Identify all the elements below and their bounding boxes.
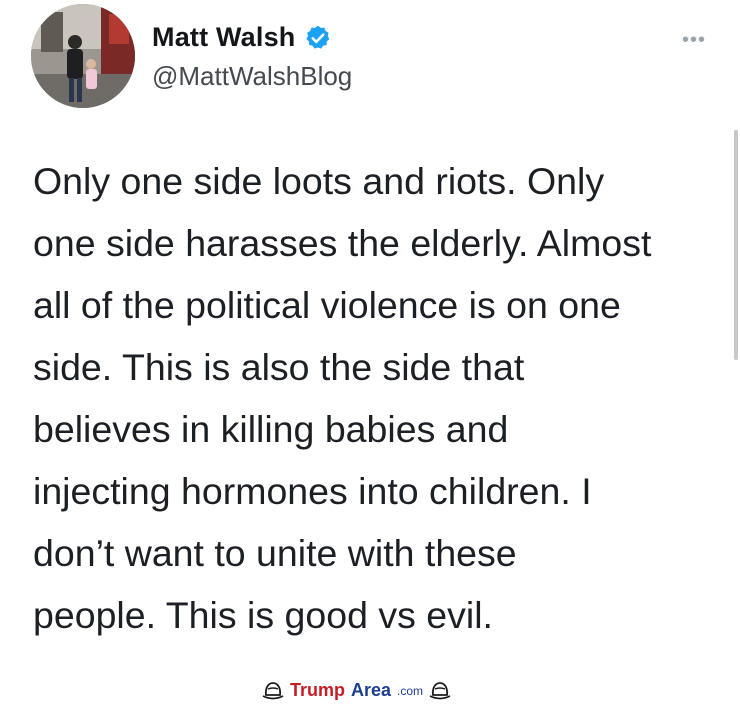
author-display-name[interactable]: Matt Walsh bbox=[152, 22, 296, 53]
profile-photo-icon bbox=[31, 4, 135, 108]
watermark-trump: Trump bbox=[290, 680, 346, 700]
scrollbar[interactable] bbox=[734, 130, 738, 360]
tweet-text: Only one side loots and riots. Only one … bbox=[33, 160, 652, 636]
author-handle[interactable]: @MattWalshBlog bbox=[152, 61, 352, 92]
watermark-com: .com bbox=[397, 683, 424, 698]
verified-badge-icon bbox=[304, 24, 332, 52]
author-name-row: Matt Walsh bbox=[152, 22, 332, 53]
more-options-icon[interactable]: ••• bbox=[682, 30, 706, 50]
hat-icon bbox=[429, 681, 451, 701]
watermark-area: Area bbox=[351, 680, 392, 700]
hat-icon bbox=[262, 681, 284, 701]
tweet-card: Matt Walsh @MattWalshBlog ••• Only one s… bbox=[0, 0, 740, 704]
watermark: Trump Area .com bbox=[262, 680, 451, 701]
author-avatar[interactable] bbox=[31, 4, 135, 108]
